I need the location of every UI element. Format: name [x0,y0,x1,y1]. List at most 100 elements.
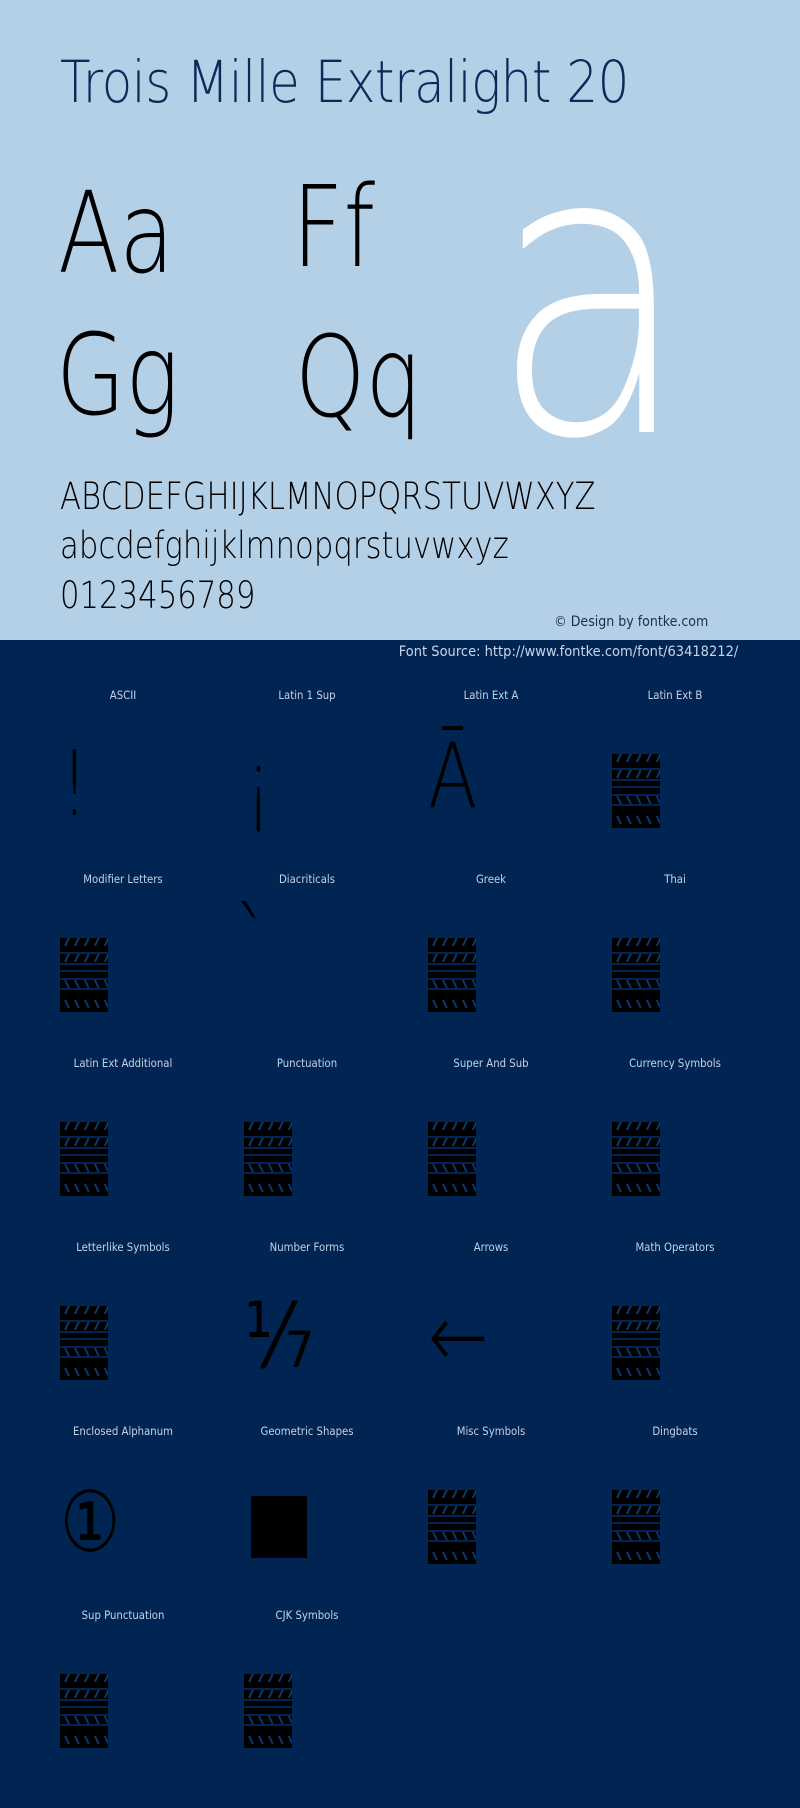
unicode-block-cell: Letterlike Symbols [31,1222,215,1406]
digits-sample: 0123456789 [60,574,256,617]
unicode-block-cell: Punctuation [215,1038,399,1222]
missing-glyph-icon [60,1674,108,1748]
unicode-block-label: Enclosed Alphanum [73,1424,173,1438]
missing-glyph-icon [428,1490,476,1564]
big-glyph-sample: a [490,62,692,527]
unicode-block-label: Punctuation [276,1056,338,1070]
glyph-preview: ① [60,1480,186,1564]
unicode-block-label: Latin Ext A [463,688,519,702]
glyph-pair-aa: Aa [58,169,175,299]
unicode-block-cell: Super And Sub [399,1038,583,1222]
sample-glyph: ! [60,732,89,837]
font-source-link[interactable]: Font Source: http://www.fontke.com/font/… [398,644,738,660]
glyph-preview [612,1306,738,1380]
unicode-block-cell: Dingbats [583,1406,767,1590]
glyph-preview [60,1122,186,1196]
missing-glyph-icon [60,938,108,1012]
sample-glyph: ¡ [244,732,273,837]
glyph-preview [612,938,738,1012]
missing-glyph-icon [612,1490,660,1564]
unicode-block-cell: Latin Ext Additional [31,1038,215,1222]
sample-glyph: Ā [428,724,478,829]
unicode-block-label: Arrows [473,1240,509,1254]
missing-glyph-icon [244,1674,292,1748]
unicode-block-cell: Diacriticals ` [215,854,399,1038]
unicode-block-cell: Number Forms ⅐ [215,1222,399,1406]
glyph-preview [428,1490,554,1564]
sample-glyph: ① [60,1473,121,1571]
glyph-preview [612,1122,738,1196]
missing-glyph-icon [60,1306,108,1380]
unicode-block-cell: Geometric Shapes [215,1406,399,1590]
unicode-block-cell: ASCII! [31,670,215,854]
glyph-preview: ⅐ [244,1292,370,1382]
unicode-block-cell: Latin Ext A Ā [399,670,583,854]
lowercase-sample: abcdefghijklmnopqrstuvwxyz [60,524,509,567]
sample-glyph: ← [428,1284,489,1389]
glyph-preview [60,938,186,1012]
unicode-block-label: Geometric Shapes [260,1424,354,1438]
glyph-preview: ! [60,740,186,830]
unicode-block-label: Greek [475,872,507,886]
unicode-block-cell: Modifier Letters [31,854,215,1038]
unicode-block-cell: Greek [399,854,583,1038]
unicode-block-label: Currency Symbols [629,1056,721,1070]
missing-glyph-icon [244,1122,292,1196]
unicode-block-label: Letterlike Symbols [76,1240,170,1254]
unicode-block-label: Diacriticals [279,872,335,886]
glyph-preview [428,938,554,1012]
glyph-preview [428,1122,554,1196]
unicode-block-cell: CJK Symbols [215,1590,399,1774]
glyph-pair-gg: Gg [56,311,180,441]
unicode-block-label: Modifier Letters [83,872,163,886]
unicode-block-label: Number Forms [269,1240,345,1254]
missing-glyph-icon [428,938,476,1012]
missing-glyph-icon [612,938,660,1012]
design-credit: © Design by fontke.com [553,614,708,630]
missing-glyph-icon [612,754,660,828]
sample-glyph: ⅐ [244,1284,314,1389]
glyph-preview [244,1490,370,1564]
unicode-block-label: Misc Symbols [456,1424,526,1438]
glyph-preview: ¡ [244,740,370,830]
unicode-block-cell: Misc Symbols [399,1406,583,1590]
unicode-block-label: Dingbats [652,1424,698,1438]
unicode-block-label: Super And Sub [453,1056,529,1070]
glyph-pair-qq: Qq [295,313,423,443]
glyph-preview: ` [234,898,370,1012]
missing-glyph-icon [612,1306,660,1380]
sample-glyph: ` [234,890,270,995]
unicode-block-cell: Math Operators [583,1222,767,1406]
glyph-preview [612,754,738,828]
unicode-block-label: Sup Punctuation [81,1608,165,1622]
specimen-header-panel: Trois Mille Extralight 20 Aa Ff Gg Qq a … [0,0,800,640]
unicode-block-label: Latin Ext Additional [73,1056,173,1070]
glyph-pair-ff: Ff [292,163,376,293]
missing-glyph-icon [612,1122,660,1196]
glyph-preview [244,1122,370,1196]
uppercase-sample: ABCDEFGHIJKLMNOPQRSTUVWXYZ [60,475,596,518]
unicode-block-grid: ASCII! Latin 1 Sup ¡ Latin Ext A Ā Latin Ext … [0,670,800,1774]
black-square-glyph [251,1496,307,1558]
unicode-block-label: Latin 1 Sup [278,688,336,702]
glyph-preview [612,1490,738,1564]
glyph-preview [60,1306,186,1380]
unicode-block-cell: Thai [583,854,767,1038]
unicode-block-label: Thai [664,872,686,886]
unicode-block-label: Latin Ext B [647,688,703,702]
glyph-preview [60,1674,186,1748]
unicode-block-label: CJK Symbols [275,1608,339,1622]
unicode-block-cell: Latin 1 Sup ¡ [215,670,399,854]
unicode-block-cell: Arrows ← [399,1222,583,1406]
glyph-preview [244,1674,370,1748]
unicode-block-cell: Enclosed Alphanum ① [31,1406,215,1590]
unicode-block-cell: Currency Symbols [583,1038,767,1222]
glyph-preview: Ā [428,732,554,828]
glyph-preview: ← [428,1292,554,1382]
unicode-block-label: Math Operators [635,1240,715,1254]
missing-glyph-icon [60,1122,108,1196]
missing-glyph-icon [428,1122,476,1196]
unicode-block-cell: Latin Ext B [583,670,767,854]
unicode-block-cell: Sup Punctuation [31,1590,215,1774]
unicode-block-label: ASCII [109,688,137,702]
